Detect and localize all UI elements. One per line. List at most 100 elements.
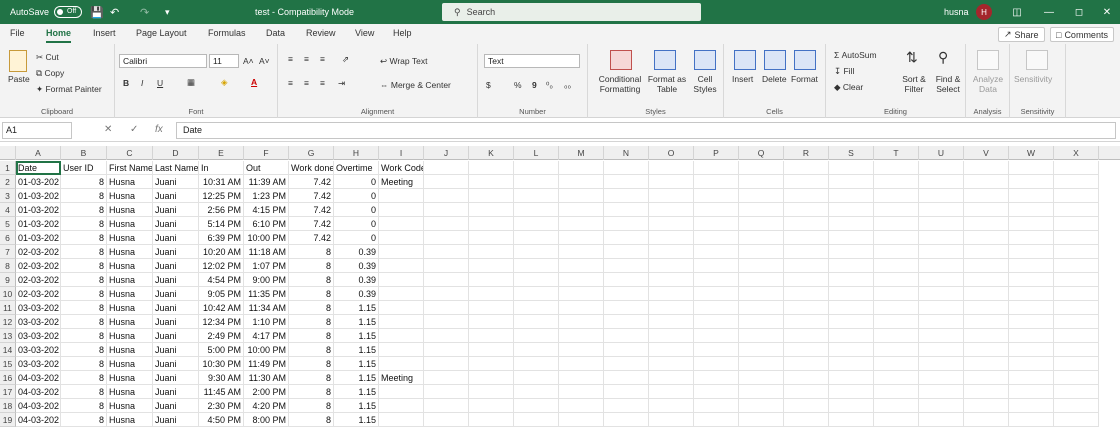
table-cell[interactable] xyxy=(919,315,964,329)
table-cell[interactable]: Juani xyxy=(153,287,199,301)
table-cell[interactable]: 02-03-202 xyxy=(16,259,61,273)
table-cell[interactable] xyxy=(514,371,559,385)
table-cell[interactable]: Husna xyxy=(107,203,153,217)
table-cell[interactable] xyxy=(784,245,829,259)
table-cell[interactable] xyxy=(694,413,739,427)
table-cell[interactable] xyxy=(1009,273,1054,287)
row-header[interactable]: 18 xyxy=(0,399,16,413)
table-cell[interactable]: 8 xyxy=(61,357,107,371)
table-cell[interactable]: Husna xyxy=(107,287,153,301)
borders-icon[interactable]: ▦ xyxy=(187,77,195,87)
row-header[interactable]: 4 xyxy=(0,203,16,217)
table-cell[interactable] xyxy=(469,245,514,259)
table-cell[interactable] xyxy=(874,259,919,273)
table-cell[interactable]: 8 xyxy=(289,273,334,287)
table-cell[interactable]: Meeting xyxy=(379,175,424,189)
table-cell[interactable]: 4:15 PM xyxy=(244,203,289,217)
table-cell[interactable]: 04-03-202 xyxy=(16,371,61,385)
table-cell[interactable] xyxy=(469,231,514,245)
table-cell[interactable]: Husna xyxy=(107,329,153,343)
table-cell[interactable]: 8 xyxy=(289,315,334,329)
orientation-icon[interactable]: ⇗ xyxy=(342,54,349,64)
column-header-H[interactable]: H xyxy=(334,146,379,160)
table-cell[interactable] xyxy=(424,245,469,259)
column-header-R[interactable]: R xyxy=(784,146,829,160)
table-cell[interactable] xyxy=(694,231,739,245)
table-cell[interactable] xyxy=(829,329,874,343)
table-cell[interactable] xyxy=(874,371,919,385)
tab-view[interactable]: View xyxy=(355,28,374,38)
header-cell[interactable] xyxy=(649,161,694,175)
table-cell[interactable] xyxy=(874,245,919,259)
table-cell[interactable] xyxy=(874,413,919,427)
table-cell[interactable] xyxy=(1009,371,1054,385)
increase-decimal-button[interactable]: ⁰₀ xyxy=(546,80,553,90)
table-cell[interactable]: 8 xyxy=(289,413,334,427)
table-cell[interactable]: 10:20 AM xyxy=(199,245,244,259)
cancel-icon[interactable]: ✕ xyxy=(104,124,112,135)
table-cell[interactable]: 6:39 PM xyxy=(199,231,244,245)
italic-button[interactable]: I xyxy=(141,78,143,88)
table-cell[interactable] xyxy=(379,399,424,413)
table-cell[interactable] xyxy=(694,329,739,343)
table-cell[interactable]: Husna xyxy=(107,217,153,231)
format-table-button[interactable]: Format as Table xyxy=(646,74,688,94)
table-cell[interactable] xyxy=(649,231,694,245)
table-cell[interactable] xyxy=(424,231,469,245)
table-cell[interactable]: 01-03-202 xyxy=(16,189,61,203)
table-cell[interactable] xyxy=(739,385,784,399)
column-header-G[interactable]: G xyxy=(289,146,334,160)
table-cell[interactable]: 5:00 PM xyxy=(199,343,244,357)
table-cell[interactable] xyxy=(1009,189,1054,203)
table-cell[interactable] xyxy=(514,287,559,301)
table-cell[interactable] xyxy=(514,245,559,259)
table-cell[interactable]: 8 xyxy=(61,385,107,399)
table-cell[interactable]: 2:30 PM xyxy=(199,399,244,413)
table-cell[interactable] xyxy=(919,287,964,301)
table-cell[interactable]: 8 xyxy=(289,343,334,357)
table-cell[interactable] xyxy=(739,357,784,371)
table-cell[interactable] xyxy=(514,399,559,413)
table-cell[interactable] xyxy=(694,273,739,287)
analyze-data-button[interactable]: Analyze Data xyxy=(968,74,1008,94)
table-cell[interactable] xyxy=(1009,315,1054,329)
table-cell[interactable] xyxy=(604,371,649,385)
table-cell[interactable] xyxy=(874,203,919,217)
table-cell[interactable]: Juani xyxy=(153,413,199,427)
table-cell[interactable] xyxy=(1009,245,1054,259)
table-cell[interactable] xyxy=(469,343,514,357)
header-cell[interactable] xyxy=(829,161,874,175)
table-cell[interactable] xyxy=(694,287,739,301)
table-cell[interactable] xyxy=(694,385,739,399)
table-cell[interactable] xyxy=(379,301,424,315)
table-cell[interactable] xyxy=(829,371,874,385)
table-cell[interactable] xyxy=(469,301,514,315)
font-color-icon[interactable]: A xyxy=(251,77,257,87)
table-cell[interactable] xyxy=(604,399,649,413)
column-header-I[interactable]: I xyxy=(379,146,424,160)
sort-filter-icon[interactable]: ⇅ xyxy=(906,50,918,64)
table-cell[interactable] xyxy=(874,385,919,399)
table-cell[interactable] xyxy=(1054,343,1099,357)
column-header-K[interactable]: K xyxy=(469,146,514,160)
header-cell[interactable] xyxy=(424,161,469,175)
table-cell[interactable] xyxy=(1054,231,1099,245)
table-cell[interactable] xyxy=(424,189,469,203)
table-cell[interactable]: Juani xyxy=(153,385,199,399)
table-cell[interactable] xyxy=(559,315,604,329)
header-cell[interactable]: User ID xyxy=(61,161,107,175)
table-cell[interactable] xyxy=(829,357,874,371)
row-header[interactable]: 13 xyxy=(0,329,16,343)
table-cell[interactable]: Husna xyxy=(107,259,153,273)
table-cell[interactable] xyxy=(514,385,559,399)
table-cell[interactable] xyxy=(739,273,784,287)
table-cell[interactable]: Husna xyxy=(107,357,153,371)
header-cell[interactable]: In xyxy=(199,161,244,175)
table-cell[interactable]: 8 xyxy=(61,175,107,189)
table-cell[interactable] xyxy=(424,329,469,343)
table-cell[interactable] xyxy=(1054,301,1099,315)
table-cell[interactable] xyxy=(514,329,559,343)
column-header-M[interactable]: M xyxy=(559,146,604,160)
table-cell[interactable] xyxy=(514,217,559,231)
table-cell[interactable] xyxy=(964,399,1009,413)
